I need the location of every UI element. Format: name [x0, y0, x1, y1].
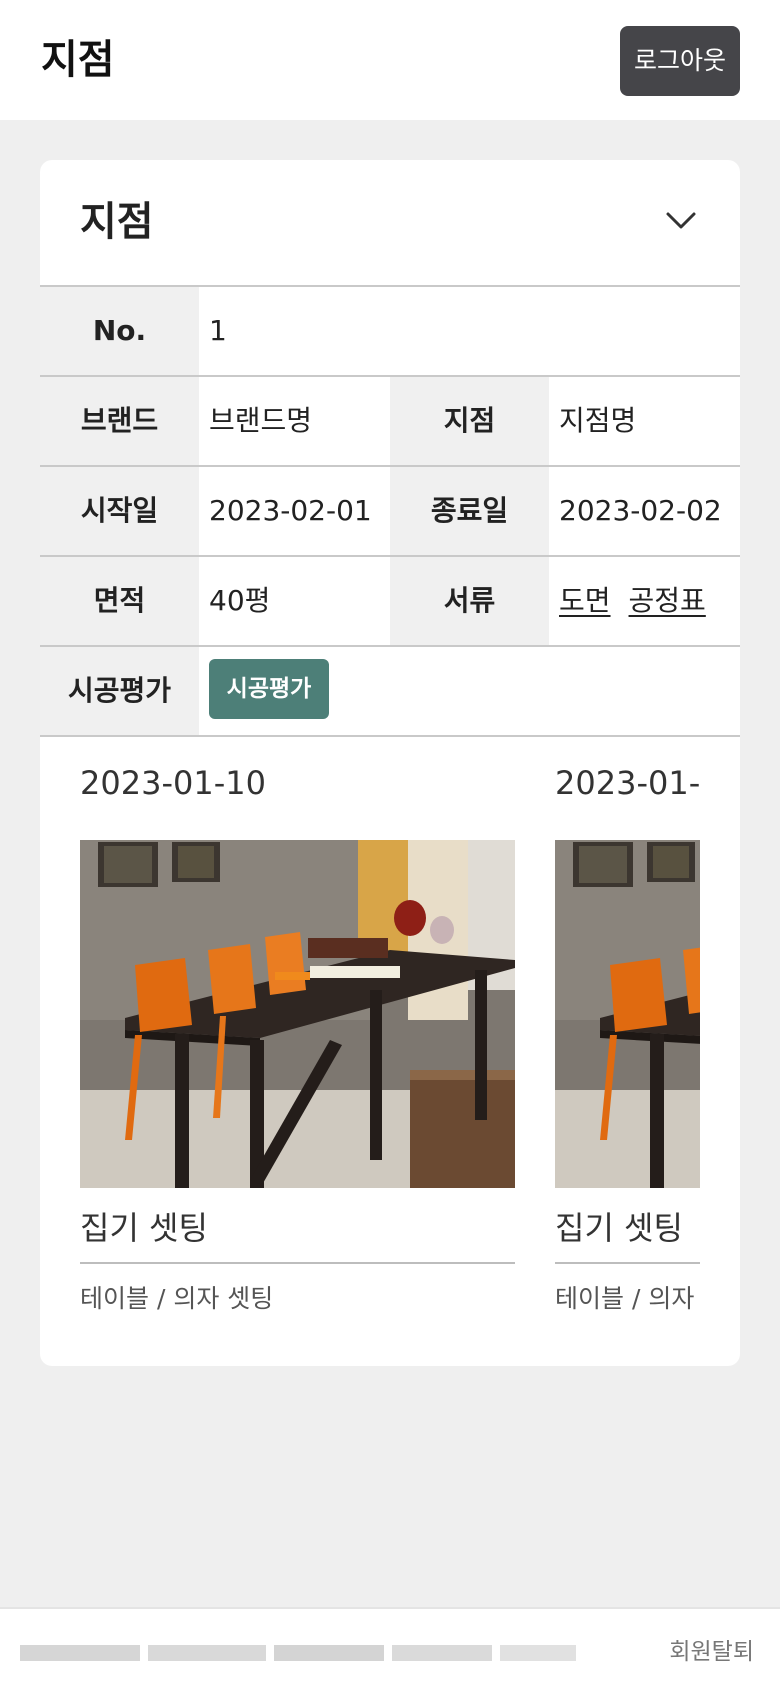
- floor-plan-link[interactable]: 도면: [559, 584, 611, 617]
- branch-label: 지점: [390, 377, 549, 465]
- info-row-evaluation: 시공평가 시공평가: [40, 647, 740, 737]
- end-date-label: 종료일: [390, 467, 549, 555]
- chevron-down-icon[interactable]: [663, 203, 699, 239]
- schedule-link[interactable]: 공정표: [629, 584, 706, 617]
- gallery-item-title: 집기 셋팅: [555, 1208, 700, 1264]
- gallery-item[interactable]: 2023-01-10 집기 셋팅 테이블 / 의자 셋팅: [80, 753, 515, 1316]
- gallery-item-date: 2023-01-10: [80, 764, 266, 802]
- photo-gallery[interactable]: 2023-01-10 집기 셋팅 테이블 / 의자 셋팅 2023-01- 집기…: [80, 753, 700, 1333]
- evaluation-label: 시공평가: [40, 647, 199, 735]
- documents-value: 도면 공정표: [549, 557, 740, 645]
- branch-card: 지점 No. 1 브랜드 브랜드명 지점 지점명 시작일 2023-02-01 …: [40, 160, 740, 1366]
- area-value: 40평: [199, 557, 390, 645]
- app-footer: 회원탈퇴: [0, 1607, 780, 1690]
- documents-label: 서류: [390, 557, 549, 645]
- app-header: 지점 로그아웃: [0, 0, 780, 120]
- dining-room-photo: [555, 840, 700, 1188]
- no-label: No.: [40, 287, 199, 375]
- blurred-company-info: [20, 1645, 576, 1661]
- dining-room-photo: [80, 840, 515, 1188]
- brand-label: 브랜드: [40, 377, 199, 465]
- evaluation-button[interactable]: 시공평가: [209, 659, 329, 719]
- info-row-dates: 시작일 2023-02-01 종료일 2023-02-02: [40, 467, 740, 557]
- branch-card-header[interactable]: 지점: [40, 160, 740, 285]
- info-row-no: No. 1: [40, 287, 740, 377]
- start-date-value: 2023-02-01: [199, 467, 390, 555]
- gallery-item-title: 집기 셋팅: [80, 1208, 515, 1264]
- brand-value: 브랜드명: [199, 377, 390, 465]
- branch-value: 지점명: [549, 377, 740, 465]
- branch-card-title: 지점: [80, 199, 154, 245]
- gallery-item-description: 테이블 / 의자 셋팅: [555, 1284, 700, 1313]
- end-date-value: 2023-02-02: [549, 467, 740, 555]
- start-date-label: 시작일: [40, 467, 199, 555]
- branch-info-table: No. 1 브랜드 브랜드명 지점 지점명 시작일 2023-02-01 종료일…: [40, 285, 740, 737]
- area-label: 면적: [40, 557, 199, 645]
- gallery-item-date: 2023-01-09: [555, 764, 700, 802]
- withdraw-membership-link[interactable]: 회원탈퇴: [669, 1635, 754, 1669]
- info-row-area: 면적 40평 서류 도면 공정표: [40, 557, 740, 647]
- no-value: 1: [199, 287, 740, 375]
- gallery-item[interactable]: 2023-01-09 집기 셋팅 테이블 / 의자 셋팅: [555, 753, 700, 1316]
- gallery-item-description: 테이블 / 의자 셋팅: [80, 1284, 274, 1313]
- page-title: 지점: [41, 37, 115, 83]
- info-row-brand: 브랜드 브랜드명 지점 지점명: [40, 377, 740, 467]
- evaluation-value: 시공평가: [199, 647, 740, 735]
- logout-button[interactable]: 로그아웃: [620, 26, 740, 96]
